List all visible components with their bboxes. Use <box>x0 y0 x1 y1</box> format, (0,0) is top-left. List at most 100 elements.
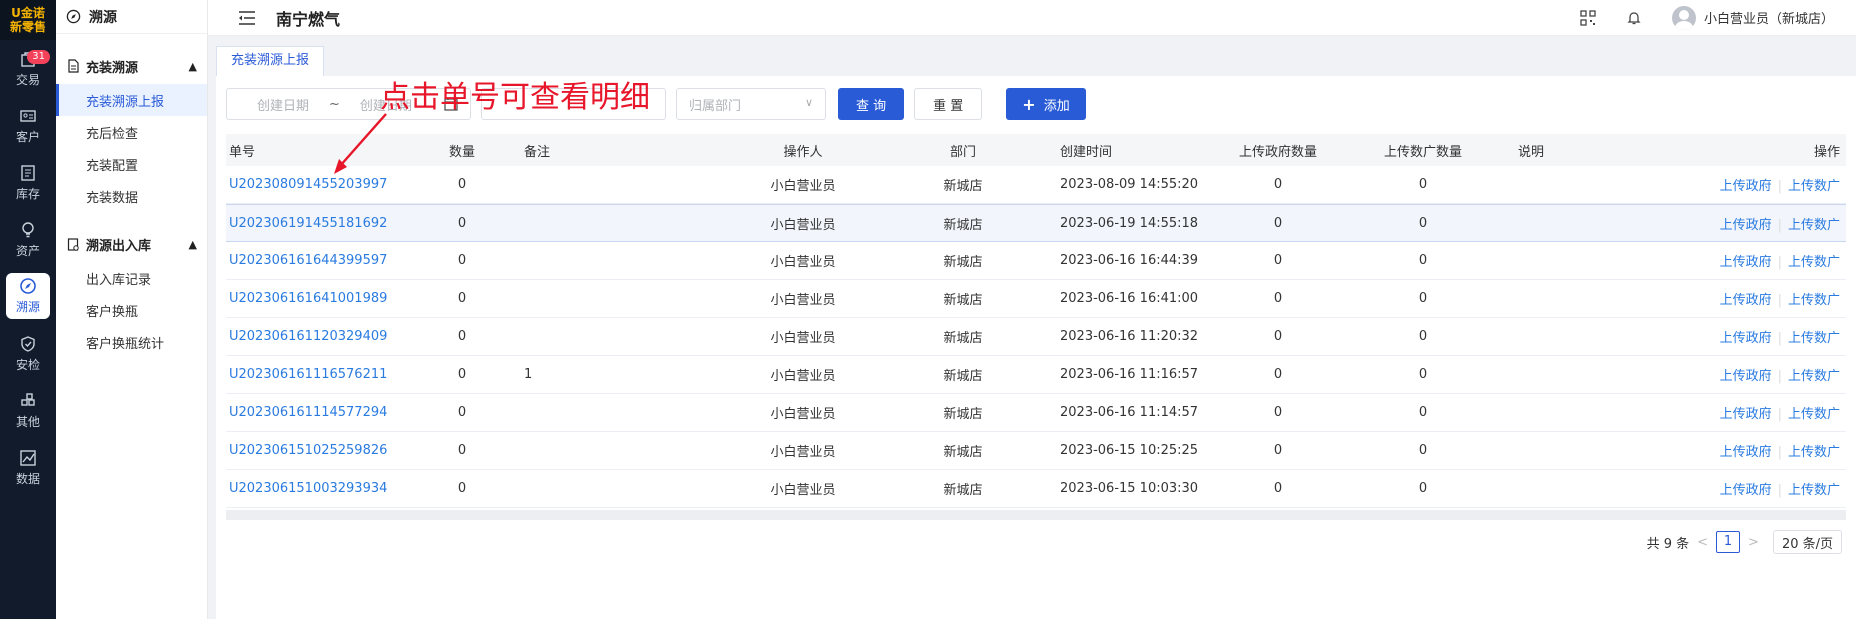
sidebar-item-post-check[interactable]: 充后检查 <box>56 116 207 148</box>
table-row[interactable]: U202306161120329409 0 小白营业员 新城店 2023-06-16 1… <box>226 318 1846 356</box>
cell-operator: 小白营业员 <box>770 369 836 384</box>
add-button[interactable]: + 添加 <box>1006 88 1086 120</box>
upload-gov-link[interactable]: 上传政府 <box>1720 483 1772 498</box>
order-number-link[interactable]: U202306161120329409 <box>226 329 426 344</box>
upload-sg-link[interactable]: 上传数广 <box>1788 369 1840 384</box>
rail-item-assets[interactable]: 资产 <box>0 211 56 268</box>
sidebar-item-stock-records[interactable]: 出入库记录 <box>56 262 207 294</box>
cell-operator: 小白营业员 <box>770 445 836 460</box>
upload-gov-link[interactable]: 上传政府 <box>1720 445 1772 460</box>
upload-gov-link[interactable]: 上传政府 <box>1720 407 1772 422</box>
horizontal-scrollbar[interactable] <box>226 510 1846 520</box>
order-number-link[interactable]: U202306161114577294 <box>226 405 426 420</box>
avatar[interactable] <box>1671 5 1696 30</box>
cell-time: 2023-06-16 11:20:32 <box>1060 329 1199 344</box>
action-divider: | <box>1777 255 1782 270</box>
cell-sg-count: 0 <box>1418 367 1428 382</box>
start-date-input[interactable]: 创建日期 <box>257 95 309 114</box>
cell-qty: 0 <box>457 215 467 231</box>
cell-qty: 0 <box>457 253 467 268</box>
table-row[interactable]: U202306161644399597 0 小白营业员 新城店 2023-06-16 1… <box>226 242 1846 280</box>
page-1-button[interactable]: 1 <box>1716 531 1741 553</box>
prev-page-button[interactable]: < <box>1697 535 1708 550</box>
cell-gov-count: 0 <box>1273 253 1283 268</box>
brand-logo[interactable]: U金诺 新零售 <box>0 0 56 40</box>
bell-icon[interactable] <box>1626 10 1642 26</box>
col-header-desc: 说明 <box>1518 144 1545 160</box>
upload-gov-link[interactable]: 上传政府 <box>1720 369 1772 384</box>
sidebar-item-fill-config[interactable]: 充装配置 <box>56 148 207 180</box>
plus-icon: + <box>1022 94 1036 114</box>
table-row[interactable]: U202306191455181692 0 小白营业员 新城店 2023-06-19 1… <box>226 204 1846 242</box>
page-title: 南宁燃气 <box>276 9 341 29</box>
total-count: 共 9 条 <box>1646 536 1690 552</box>
cell-sg-count: 0 <box>1418 481 1428 496</box>
upload-gov-link[interactable]: 上传政府 <box>1720 255 1772 270</box>
table-row[interactable]: U202306151003293934 0 小白营业员 新城店 2023-06-15 1… <box>226 470 1846 508</box>
upload-gov-link[interactable]: 上传政府 <box>1720 331 1772 346</box>
table-row[interactable]: U202308091455203997 0 小白营业员 新城店 2023-08-09 1… <box>226 166 1846 204</box>
shield-check-icon <box>21 335 35 352</box>
department-select[interactable]: 归属部门 ∨ <box>676 88 826 120</box>
order-number-link[interactable]: U202306151003293934 <box>226 481 426 496</box>
table-row[interactable]: U202306161641001989 0 小白营业员 新城店 2023-06-16 1… <box>226 280 1846 318</box>
user-name[interactable]: 小白营业员（新城店） <box>1704 8 1834 27</box>
cell-dept: 新城店 <box>943 217 983 233</box>
cell-sg-count: 0 <box>1418 253 1428 268</box>
upload-gov-link[interactable]: 上传政府 <box>1720 179 1772 194</box>
query-button[interactable]: 查 询 <box>838 88 905 120</box>
upload-sg-link[interactable]: 上传数广 <box>1788 445 1840 460</box>
blocks-icon <box>21 392 35 406</box>
order-number-link[interactable]: U202308091455203997 <box>226 177 426 192</box>
rail-item-trace[interactable]: 溯源 <box>6 273 50 319</box>
header-actions: 小白营业员（新城店） <box>1580 5 1856 30</box>
top-header: 南宁燃气 小白营业员（新城店） <box>208 0 1856 36</box>
sidebar-group-stock-trace[interactable]: 溯源出入库 ▲ <box>56 226 207 262</box>
rail-item-customer[interactable]: 客户 <box>0 97 56 154</box>
sidebar-item-bottle-swap[interactable]: 客户换瓶 <box>56 294 207 326</box>
rail-label: 客户 <box>15 129 40 144</box>
reset-button[interactable]: 重 置 <box>914 88 983 120</box>
cell-sg-count: 0 <box>1418 405 1428 420</box>
action-divider: | <box>1777 293 1782 308</box>
upload-gov-link[interactable]: 上传政府 <box>1720 218 1772 233</box>
cell-qty: 0 <box>457 291 467 306</box>
upload-sg-link[interactable]: 上传数广 <box>1788 483 1840 498</box>
upload-sg-link[interactable]: 上传数广 <box>1788 255 1840 270</box>
tab-fill-report[interactable]: 充装溯源上报 <box>216 46 325 76</box>
cell-time: 2023-06-16 16:41:00 <box>1060 291 1199 306</box>
rail-item-inventory[interactable]: 库存 <box>0 154 56 211</box>
upload-sg-link[interactable]: 上传数广 <box>1788 179 1840 194</box>
next-page-button[interactable]: > <box>1748 535 1759 550</box>
rail-item-other[interactable]: 其他 <box>0 382 56 439</box>
rail-label: 库存 <box>15 186 40 201</box>
order-number-link[interactable]: U202306161116576211 <box>226 367 426 382</box>
page-size-select[interactable]: 20 条/页 <box>1772 530 1842 554</box>
upload-sg-link[interactable]: 上传数广 <box>1788 293 1840 308</box>
cell-actions: 上传政府 | 上传数广 <box>1658 214 1846 233</box>
upload-gov-link[interactable]: 上传政府 <box>1720 293 1772 308</box>
table-row[interactable]: U202306151025259826 0 小白营业员 新城店 2023-06-15 1… <box>226 432 1846 470</box>
col-header-sg-count: 上传数广数量 <box>1383 144 1462 160</box>
cell-gov-count: 0 <box>1273 177 1283 192</box>
qrcode-icon[interactable] <box>1580 9 1596 26</box>
sidebar-group-fill-trace[interactable]: 充装溯源 ▲ <box>56 48 207 84</box>
sidebar-item-fill-data[interactable]: 充装数据 <box>56 180 207 212</box>
cell-operator: 小白营业员 <box>770 407 836 422</box>
sidebar-item-fill-report[interactable]: 充装溯源上报 <box>56 84 207 116</box>
action-divider: | <box>1777 445 1782 460</box>
upload-sg-link[interactable]: 上传数广 <box>1788 331 1840 346</box>
upload-sg-link[interactable]: 上传数广 <box>1788 218 1840 233</box>
order-number-link[interactable]: U202306161641001989 <box>226 291 426 306</box>
table-row[interactable]: U202306161114577294 0 小白营业员 新城店 2023-06-16 1… <box>226 394 1846 432</box>
order-number-link[interactable]: U202306151025259826 <box>226 443 426 458</box>
sidebar-item-bottle-swap-stats[interactable]: 客户换瓶统计 <box>56 326 207 358</box>
order-number-link[interactable]: U202306161644399597 <box>226 253 426 268</box>
rail-item-trade[interactable]: 交易 31 <box>0 40 56 97</box>
table-row[interactable]: U202306161116576211 0 1 小白营业员 新城店 2023-06-16 … <box>226 356 1846 394</box>
order-number-link[interactable]: U202306191455181692 <box>226 216 426 231</box>
menu-fold-icon[interactable] <box>238 10 256 26</box>
upload-sg-link[interactable]: 上传数广 <box>1788 407 1840 422</box>
rail-item-data[interactable]: 数据 <box>0 439 56 496</box>
rail-item-inspect[interactable]: 安检 <box>0 325 56 382</box>
